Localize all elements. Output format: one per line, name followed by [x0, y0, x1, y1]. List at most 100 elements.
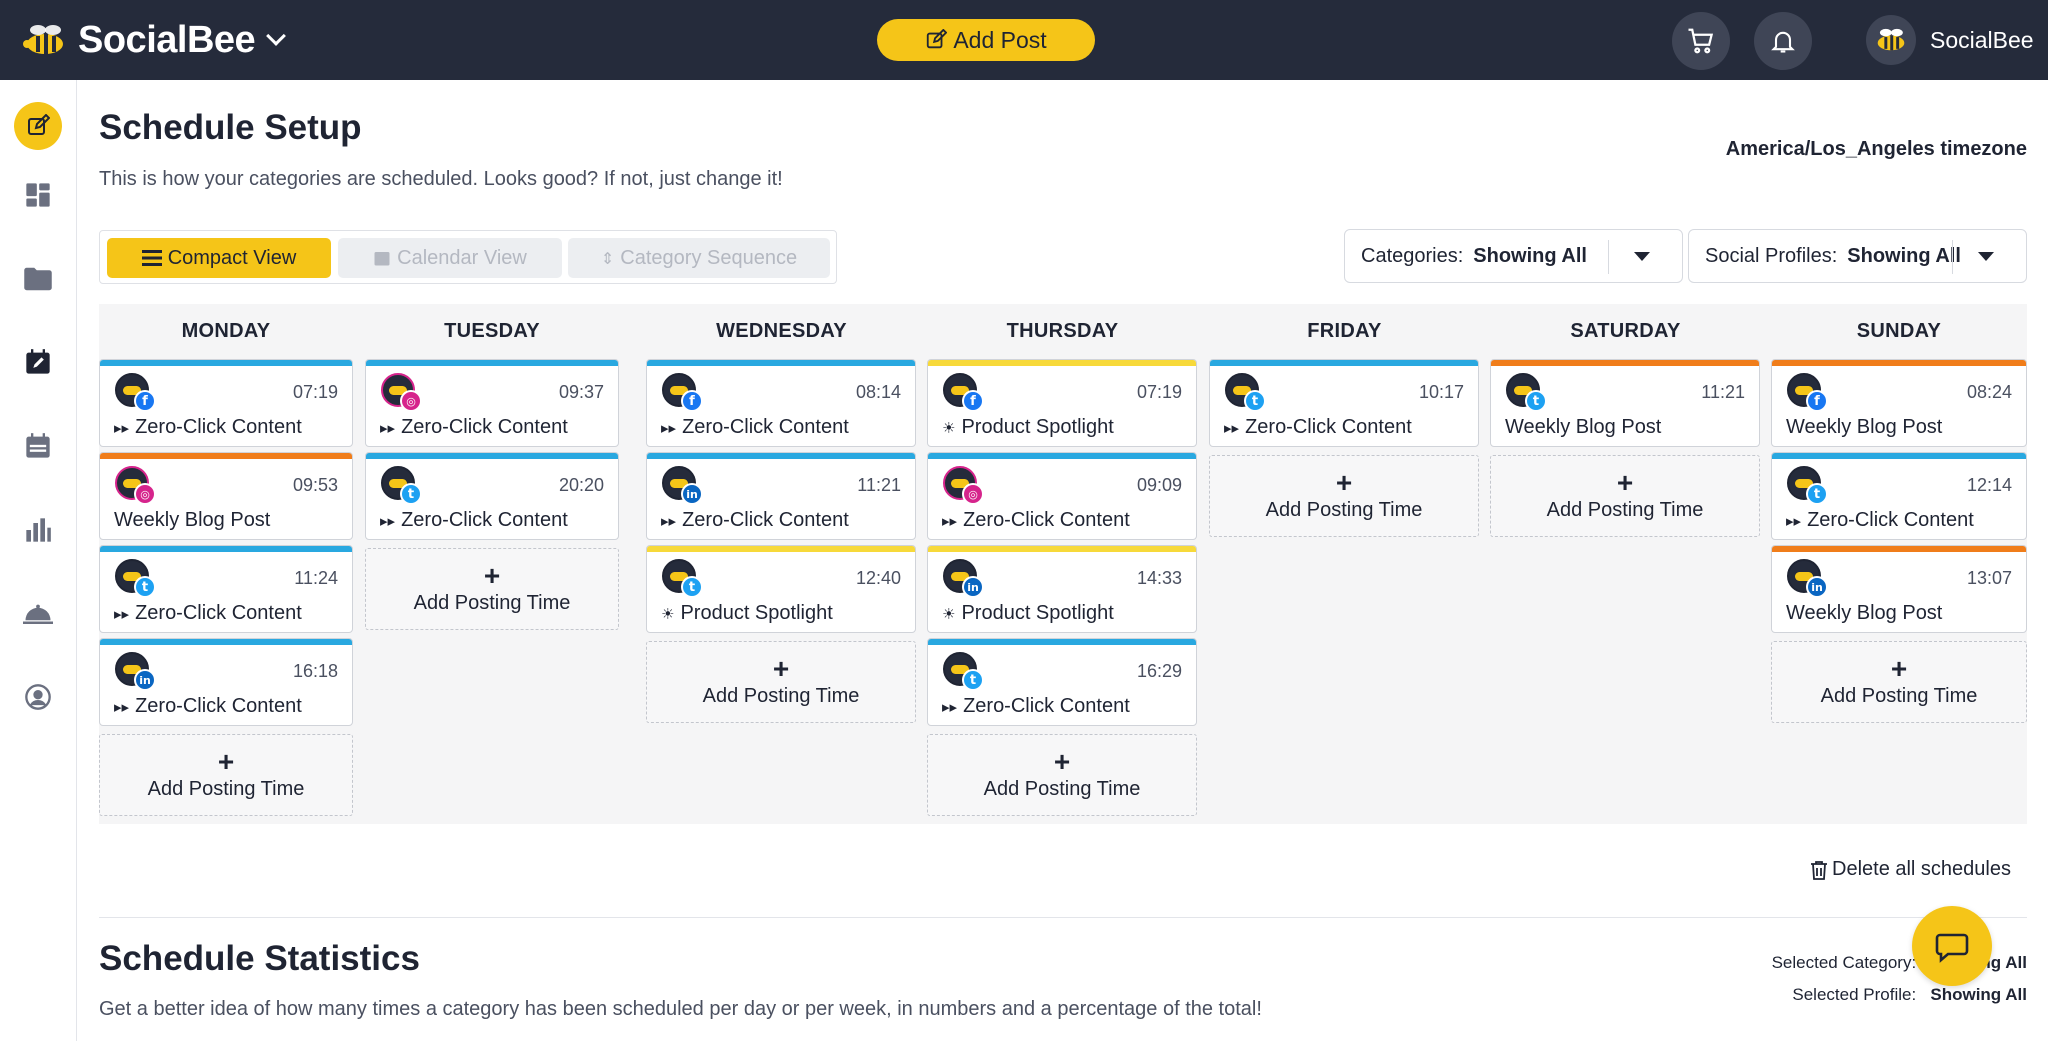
facebook-icon: f [962, 390, 984, 412]
schedule-slot[interactable]: in 14:33 ☀ Product Spotlight [927, 545, 1197, 633]
category-color-bar [1210, 360, 1478, 366]
category-icon: ▸▸ [1224, 419, 1240, 437]
category-color-bar [1772, 546, 2026, 552]
slot-category: ▸▸ Zero-Click Content [380, 509, 568, 532]
category-icon: ▸▸ [380, 512, 396, 530]
slot-time: 13:07 [1966, 568, 2012, 588]
bee-logo-icon [23, 25, 63, 54]
chevron-down-icon [266, 26, 287, 46]
twitter-icon: t [1525, 390, 1547, 412]
edit-icon [927, 29, 948, 49]
chat-button[interactable] [1912, 906, 1992, 986]
add-posting-time-button[interactable]: + Add Posting Time [1490, 455, 1760, 537]
slot-category: ▸▸ Zero-Click Content [380, 416, 568, 439]
selected-profile: Selected Profile: Showing All [1792, 985, 2027, 1004]
schedule-slot[interactable]: ◎ 09:37 ▸▸ Zero-Click Content [365, 359, 619, 447]
sidebar-item-analytics[interactable] [14, 506, 62, 554]
sidebar-item-calendar[interactable] [14, 422, 62, 470]
slot-time: 08:24 [1966, 382, 2012, 402]
brand-logo[interactable]: SocialBee [22, 18, 287, 62]
category-color-bar [928, 639, 1196, 645]
section-divider [99, 917, 2027, 918]
slot-category: ☀ Product Spotlight [942, 416, 1114, 439]
twitter-icon: t [1244, 390, 1266, 412]
slot-category: Weekly Blog Post [1786, 602, 1942, 625]
add-posting-time-label: Add Posting Time [702, 684, 860, 707]
category-icon: ▸▸ [1786, 512, 1802, 530]
category-icon: ▸▸ [942, 698, 958, 716]
slot-category-label: Zero-Click Content [135, 602, 302, 624]
schedule-slot[interactable]: t 11:24 ▸▸ Zero-Click Content [99, 545, 353, 633]
category-color-bar [366, 453, 618, 459]
sidebar-item-dashboard[interactable] [14, 171, 62, 219]
sidebar-item-team[interactable] [14, 673, 62, 721]
slot-category-label: Zero-Click Content [682, 509, 849, 531]
slot-category-label: Zero-Click Content [963, 509, 1130, 531]
slot-category: ▸▸ Zero-Click Content [1786, 509, 1974, 532]
linkedin-icon: in [681, 483, 703, 505]
add-posting-time-button[interactable]: + Add Posting Time [646, 641, 916, 723]
trash-icon [1811, 860, 1827, 880]
schedule-slot[interactable]: f 07:19 ▸▸ Zero-Click Content [99, 359, 353, 447]
categories-filter[interactable]: Categories: Showing All [1344, 229, 1683, 283]
list-icon [141, 250, 162, 266]
schedule-slot[interactable]: in 16:18 ▸▸ Zero-Click Content [99, 638, 353, 726]
category-icon: ▸▸ [661, 419, 677, 437]
schedule-slot[interactable]: t 10:17 ▸▸ Zero-Click Content [1209, 359, 1479, 447]
sidebar-item-schedule[interactable] [14, 338, 62, 386]
category-color-bar [100, 360, 352, 366]
sidebar [0, 80, 77, 1041]
slot-category-label: Product Spotlight [680, 602, 833, 624]
cloche-icon [23, 604, 53, 624]
slot-category-label: Zero-Click Content [135, 695, 302, 717]
schedule-slot[interactable]: t 20:20 ▸▸ Zero-Click Content [365, 452, 619, 540]
add-posting-time-label: Add Posting Time [1820, 684, 1978, 707]
category-icon: ☀ [942, 419, 956, 437]
add-posting-time-button[interactable]: + Add Posting Time [365, 548, 619, 630]
slot-category: ▸▸ Zero-Click Content [114, 416, 302, 439]
category-sequence-button[interactable]: ⇕ Category Sequence [568, 238, 830, 278]
add-posting-time-button[interactable]: + Add Posting Time [99, 734, 353, 816]
schedule-slot[interactable]: in 13:07 Weekly Blog Post [1771, 545, 2027, 633]
schedule-slot[interactable]: f 08:14 ▸▸ Zero-Click Content [646, 359, 916, 447]
schedule-slot[interactable]: t 16:29 ▸▸ Zero-Click Content [927, 638, 1197, 726]
cart-button[interactable] [1672, 12, 1730, 70]
schedule-slot[interactable]: ◎ 09:09 ▸▸ Zero-Click Content [927, 452, 1197, 540]
category-icon: ▸▸ [661, 512, 677, 530]
category-icon: ▸▸ [114, 605, 130, 623]
stats-title: Schedule Statistics [99, 939, 420, 978]
add-posting-time-button[interactable]: + Add Posting Time [927, 734, 1197, 816]
slot-category: ▸▸ Zero-Click Content [114, 602, 302, 625]
add-posting-time-label: Add Posting Time [983, 777, 1141, 800]
slot-category: ▸▸ Zero-Click Content [1224, 416, 1412, 439]
sidebar-item-services[interactable] [14, 590, 62, 638]
plus-icon: + [1616, 466, 1634, 498]
user-menu[interactable]: SocialBee [1866, 12, 2034, 68]
schedule-slot[interactable]: ◎ 09:53 Weekly Blog Post [99, 452, 353, 540]
social-profiles-filter[interactable]: Social Profiles: Showing All [1688, 229, 2027, 283]
schedule-slot[interactable]: t 12:14 ▸▸ Zero-Click Content [1771, 452, 2027, 540]
category-color-bar [100, 453, 352, 459]
sidebar-item-create[interactable] [14, 102, 62, 150]
sidebar-item-content[interactable] [14, 255, 62, 303]
compact-view-button[interactable]: Compact View [107, 238, 331, 278]
add-posting-time-button[interactable]: + Add Posting Time [1771, 641, 2027, 723]
category-color-bar [647, 360, 915, 366]
calendar-view-button[interactable]: Calendar View [338, 238, 562, 278]
timezone-label: America/Los_Angeles timezone [1725, 138, 2027, 160]
delete-all-schedules-button[interactable]: Delete all schedules [1810, 858, 2011, 881]
slot-category-label: Product Spotlight [961, 416, 1114, 438]
schedule-slot[interactable]: t 11:21 Weekly Blog Post [1490, 359, 1760, 447]
schedule-slot[interactable]: t 12:40 ☀ Product Spotlight [646, 545, 916, 633]
slot-category: ▸▸ Zero-Click Content [661, 416, 849, 439]
notifications-button[interactable] [1754, 12, 1812, 70]
schedule-slot[interactable]: f 07:19 ☀ Product Spotlight [927, 359, 1197, 447]
edit-icon [28, 114, 50, 135]
add-post-button[interactable]: Add Post [877, 19, 1095, 61]
schedule-slot[interactable]: f 08:24 Weekly Blog Post [1771, 359, 2027, 447]
category-color-bar [928, 453, 1196, 459]
category-color-bar [1491, 360, 1759, 366]
twitter-icon: t [681, 576, 703, 598]
add-posting-time-button[interactable]: + Add Posting Time [1209, 455, 1479, 537]
schedule-slot[interactable]: in 11:21 ▸▸ Zero-Click Content [646, 452, 916, 540]
